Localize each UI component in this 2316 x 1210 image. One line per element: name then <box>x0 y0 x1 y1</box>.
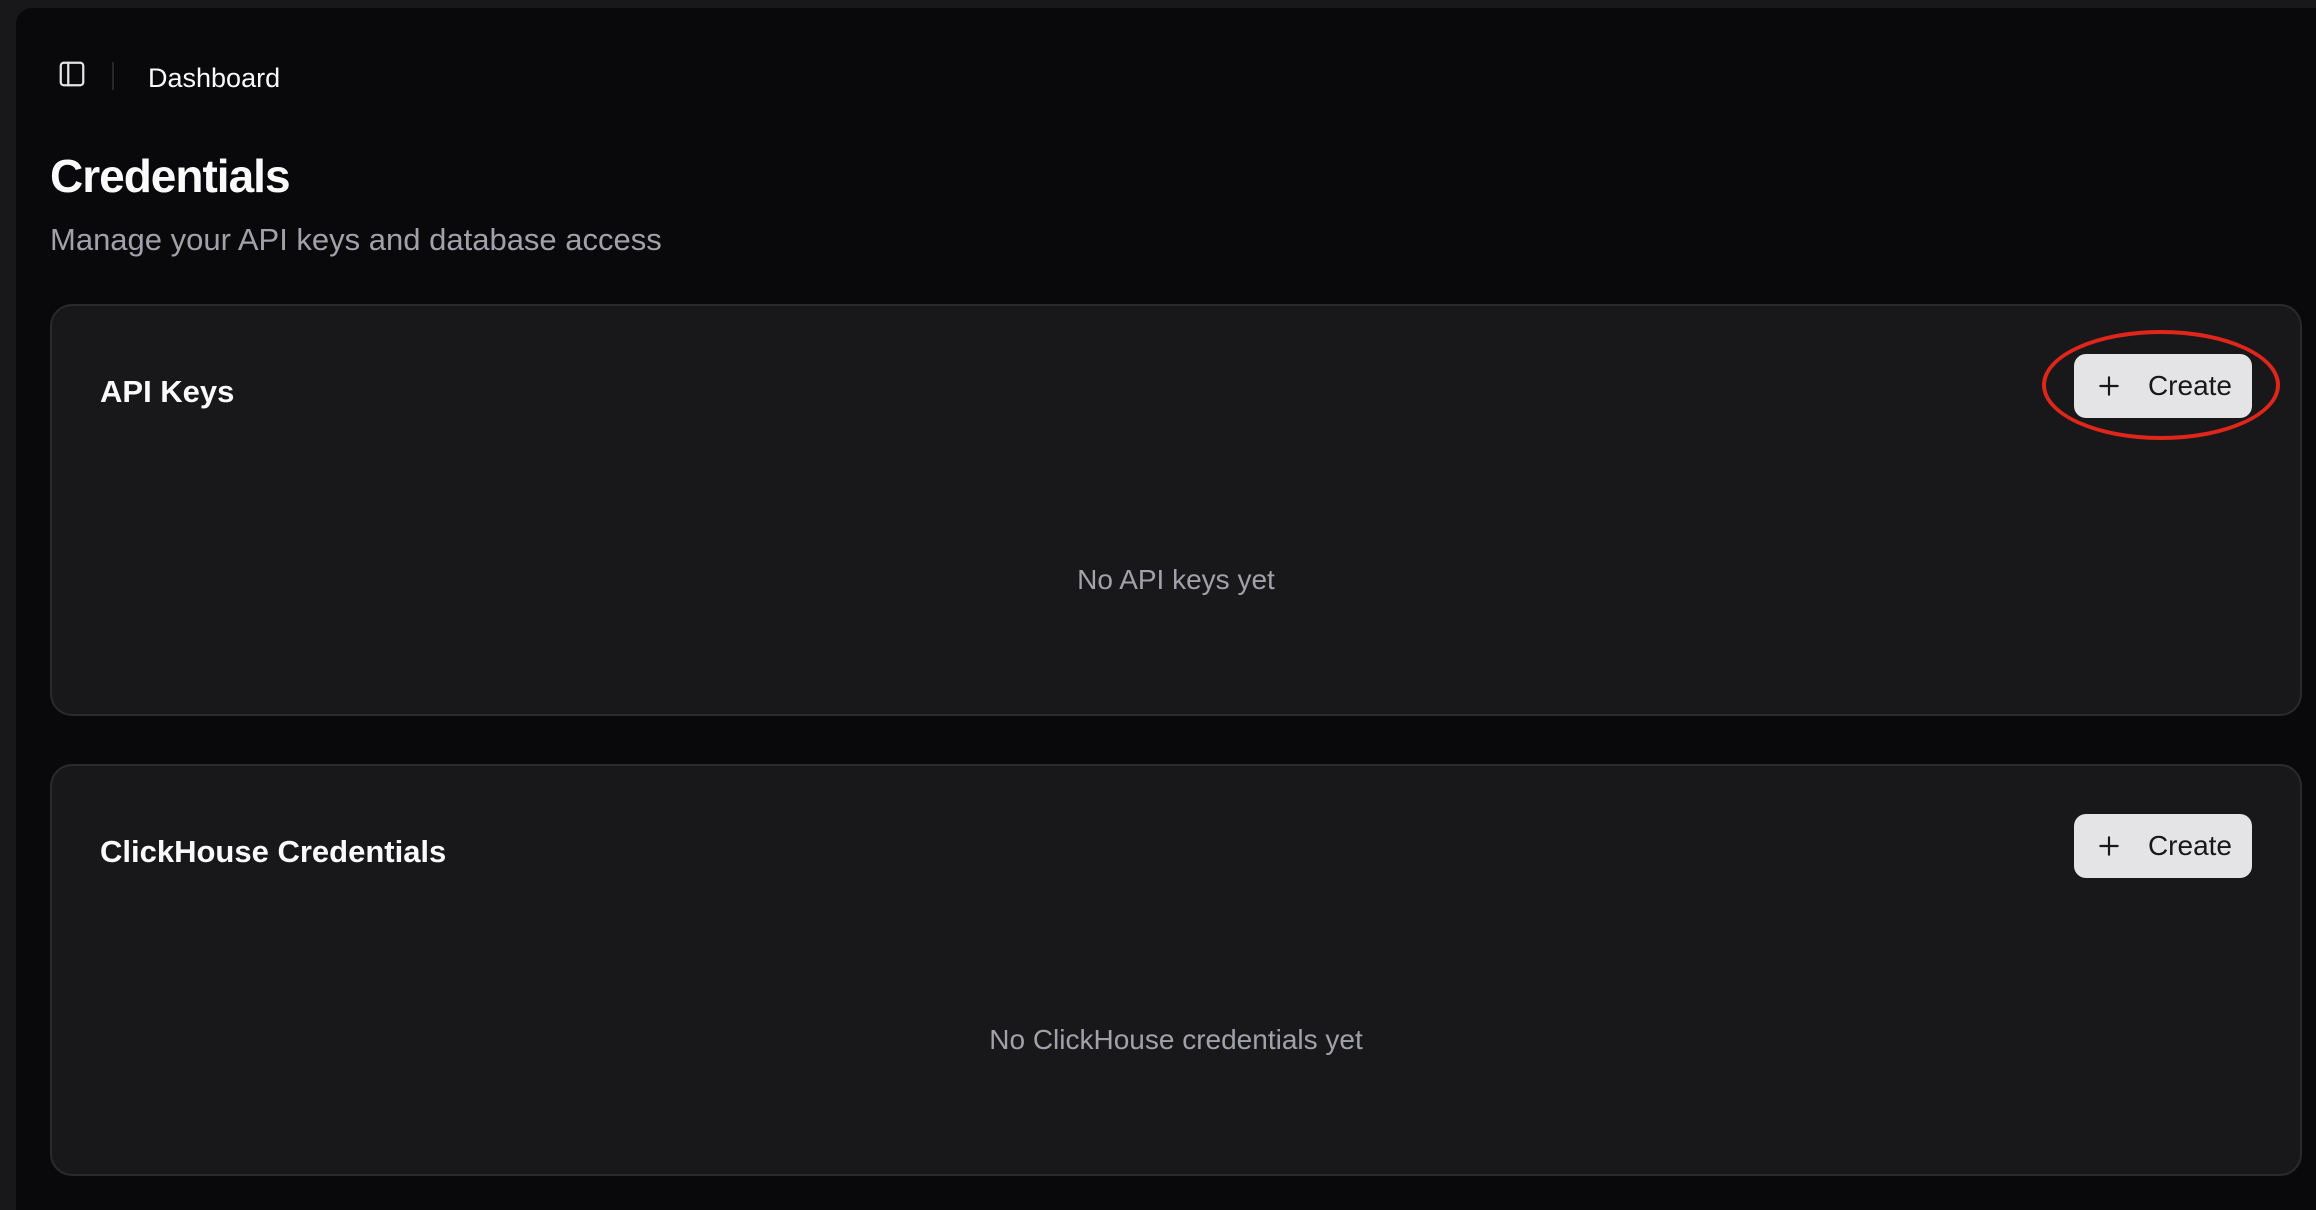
sidebar-toggle-button[interactable] <box>52 54 92 94</box>
create-clickhouse-credential-button[interactable]: Create <box>2073 814 2252 878</box>
page-subtitle: Manage your API keys and database access <box>50 222 662 257</box>
api-keys-card: API Keys Create No API keys yet <box>50 304 2302 716</box>
plus-icon <box>2096 373 2122 399</box>
plus-icon <box>2096 833 2122 859</box>
app-frame: Dashboard Credentials Manage your API ke… <box>16 8 2316 1210</box>
create-button-label: Create <box>2147 370 2232 401</box>
topbar: Dashboard <box>16 8 2316 136</box>
topbar-divider <box>112 62 114 90</box>
sidebar-toggle-icon <box>57 59 87 89</box>
clickhouse-empty-state: No ClickHouse credentials yet <box>989 1024 1363 1055</box>
create-button-label: Create <box>2147 830 2232 861</box>
api-keys-empty-state: No API keys yet <box>1077 564 1275 595</box>
create-api-key-button[interactable]: Create <box>2073 354 2252 418</box>
clickhouse-credentials-title: ClickHouse Credentials <box>100 834 447 869</box>
page-title: Credentials <box>50 150 291 202</box>
clickhouse-credentials-card: ClickHouse Credentials Create No ClickHo… <box>50 764 2302 1176</box>
breadcrumb[interactable]: Dashboard <box>148 60 280 96</box>
api-keys-title: API Keys <box>100 374 235 409</box>
